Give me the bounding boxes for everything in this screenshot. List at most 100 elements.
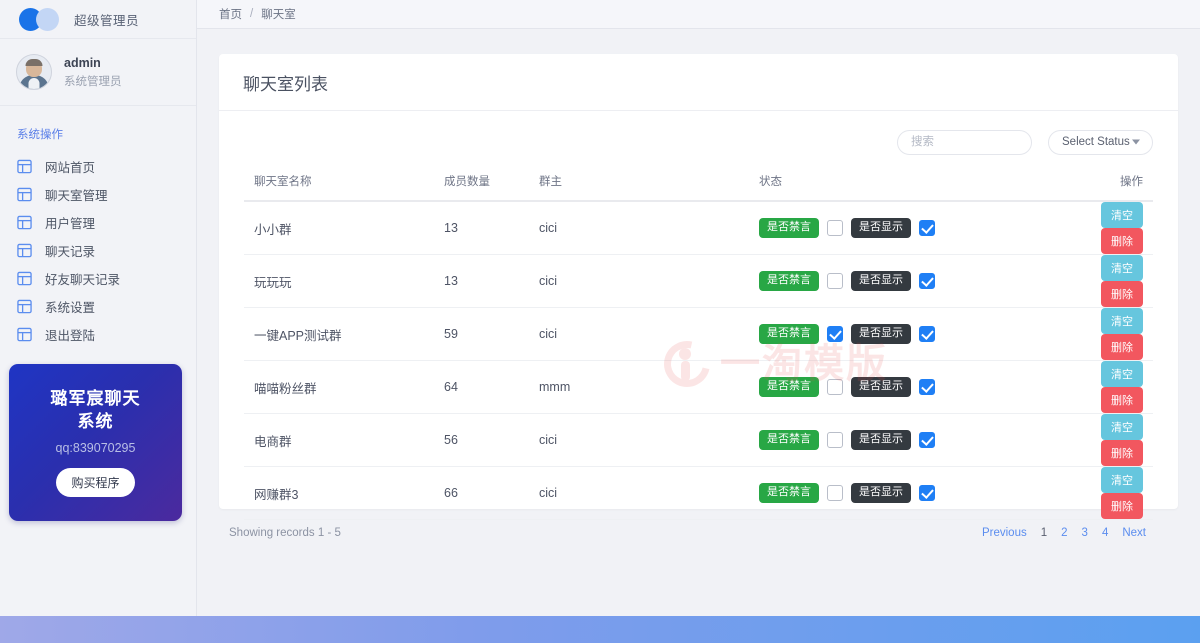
mute-checkbox[interactable] [827,220,843,236]
main-area: 首页 / 聊天室 聊天室列表 Select Status [197,0,1200,616]
sidebar-item-label: 系统设置 [45,297,95,316]
status-select-label: Select Status [1062,136,1130,148]
pagination-page[interactable]: 2 [1061,527,1067,539]
nav-section-label: 系统操作 [0,126,196,152]
pagination-page[interactable]: 4 [1102,527,1108,539]
show-badge[interactable]: 是否显示 [851,483,911,503]
purchase-button[interactable]: 购买程序 [56,468,134,497]
delete-button[interactable]: 删除 [1101,228,1143,254]
cell-member-count: 64 [444,361,539,414]
pagination-previous[interactable]: Previous [982,527,1027,539]
mute-badge[interactable]: 是否禁言 [759,483,819,503]
delete-button[interactable]: 删除 [1101,440,1143,466]
table-row: 一键APP测试群59cici是否禁言是否显示清空删除 [244,308,1153,361]
cell-owner: cici [539,255,759,308]
cell-status: 是否禁言 是否显示 [759,201,1059,255]
mute-badge[interactable]: 是否禁言 [759,324,819,344]
pagination-page[interactable]: 1 [1041,527,1047,539]
cell-member-count: 13 [444,255,539,308]
mute-badge[interactable]: 是否禁言 [759,271,819,291]
delete-button[interactable]: 删除 [1101,493,1143,519]
mute-badge[interactable]: 是否禁言 [759,430,819,450]
pagination-next[interactable]: Next [1122,527,1146,539]
show-checkbox[interactable] [919,432,935,448]
cell-room-name: 一键APP测试群 [244,308,444,361]
table-row: 网赚群366cici是否禁言是否显示清空删除 [244,467,1153,520]
avatar [16,54,52,90]
pagination-page[interactable]: 3 [1082,527,1088,539]
delete-button[interactable]: 删除 [1101,334,1143,360]
clear-button[interactable]: 清空 [1101,414,1143,440]
show-badge[interactable]: 是否显示 [851,377,911,397]
show-badge[interactable]: 是否显示 [851,218,911,238]
table-toolbar: Select Status [219,111,1178,173]
clear-button[interactable]: 清空 [1101,467,1143,493]
clear-button[interactable]: 清空 [1101,202,1143,228]
column-header-name[interactable]: 聊天室名称 [244,173,444,201]
breadcrumb-home[interactable]: 首页 [219,6,242,22]
promo-title-line1: 璐军宸聊天 [51,388,141,411]
cell-owner: cici [539,467,759,520]
sidebar-item-chat-records[interactable]: 聊天记录 [0,236,196,264]
show-checkbox[interactable] [919,273,935,289]
show-checkbox[interactable] [919,485,935,501]
delete-button[interactable]: 删除 [1101,281,1143,307]
mute-checkbox[interactable] [827,432,843,448]
sidebar-nav: 系统操作 网站首页 聊天室管理 用户管理 聊天记录 好友聊天记录 [0,106,196,348]
table-header-row: 聊天室名称 成员数量 群主 状态 操作 [244,173,1153,201]
search-input[interactable] [897,130,1032,155]
column-header-state[interactable]: 状态 [759,173,1059,201]
cell-actions: 清空删除 [1059,467,1153,520]
sidebar-item-home[interactable]: 网站首页 [0,152,196,180]
cell-member-count: 56 [444,414,539,467]
brand-header[interactable]: 超级管理员 [0,0,196,39]
mute-checkbox[interactable] [827,326,843,342]
status-select[interactable]: Select Status [1048,130,1153,155]
sidebar-item-chatroom-manage[interactable]: 聊天室管理 [0,180,196,208]
table-body: 小小群13cici是否禁言是否显示清空删除玩玩玩13cici是否禁言是否显示清空… [244,201,1153,520]
pagination: Previous 1 2 3 4 Next [982,527,1146,539]
mute-checkbox[interactable] [827,485,843,501]
show-checkbox[interactable] [919,220,935,236]
breadcrumb: 首页 / 聊天室 [197,0,1200,29]
cell-status: 是否禁言 是否显示 [759,361,1059,414]
show-badge[interactable]: 是否显示 [851,324,911,344]
chatroom-list-card: 聊天室列表 Select Status 聊天室名称 成员数量 [219,54,1178,509]
show-checkbox[interactable] [919,379,935,395]
mute-badge[interactable]: 是否禁言 [759,377,819,397]
promo-title-line2: 系统 [51,411,141,434]
cell-status: 是否禁言 是否显示 [759,308,1059,361]
cell-room-name: 喵喵粉丝群 [244,361,444,414]
sidebar-item-friend-chat-records[interactable]: 好友聊天记录 [0,264,196,292]
sidebar-item-user-manage[interactable]: 用户管理 [0,208,196,236]
table-row: 玩玩玩13cici是否禁言是否显示清空删除 [244,255,1153,308]
cell-owner: cici [539,201,759,255]
mute-checkbox[interactable] [827,379,843,395]
show-badge[interactable]: 是否显示 [851,430,911,450]
sidebar-item-label: 退出登陆 [45,325,95,344]
clear-button[interactable]: 清空 [1101,255,1143,281]
promo-qq: qq:839070295 [56,441,136,455]
table-row: 小小群13cici是否禁言是否显示清空删除 [244,201,1153,255]
cell-actions: 清空删除 [1059,255,1153,308]
mute-badge[interactable]: 是否禁言 [759,218,819,238]
cell-actions: 清空删除 [1059,361,1153,414]
sidebar-item-system-settings[interactable]: 系统设置 [0,292,196,320]
user-profile[interactable]: admin 系统管理员 [0,39,196,106]
show-checkbox[interactable] [919,326,935,342]
sidebar-item-label: 网站首页 [45,157,95,176]
column-header-count[interactable]: 成员数量 [444,173,539,201]
sidebar-item-label: 聊天室管理 [45,185,108,204]
clear-button[interactable]: 清空 [1101,361,1143,387]
delete-button[interactable]: 删除 [1101,387,1143,413]
mute-checkbox[interactable] [827,273,843,289]
show-badge[interactable]: 是否显示 [851,271,911,291]
column-header-owner[interactable]: 群主 [539,173,759,201]
breadcrumb-current[interactable]: 聊天室 [261,6,296,22]
sidebar-item-logout[interactable]: 退出登陆 [0,320,196,348]
clear-button[interactable]: 清空 [1101,308,1143,334]
two-circles-icon [19,8,63,31]
card-header: 聊天室列表 [219,54,1178,111]
panel-icon [17,243,32,258]
user-name: admin [64,56,122,70]
